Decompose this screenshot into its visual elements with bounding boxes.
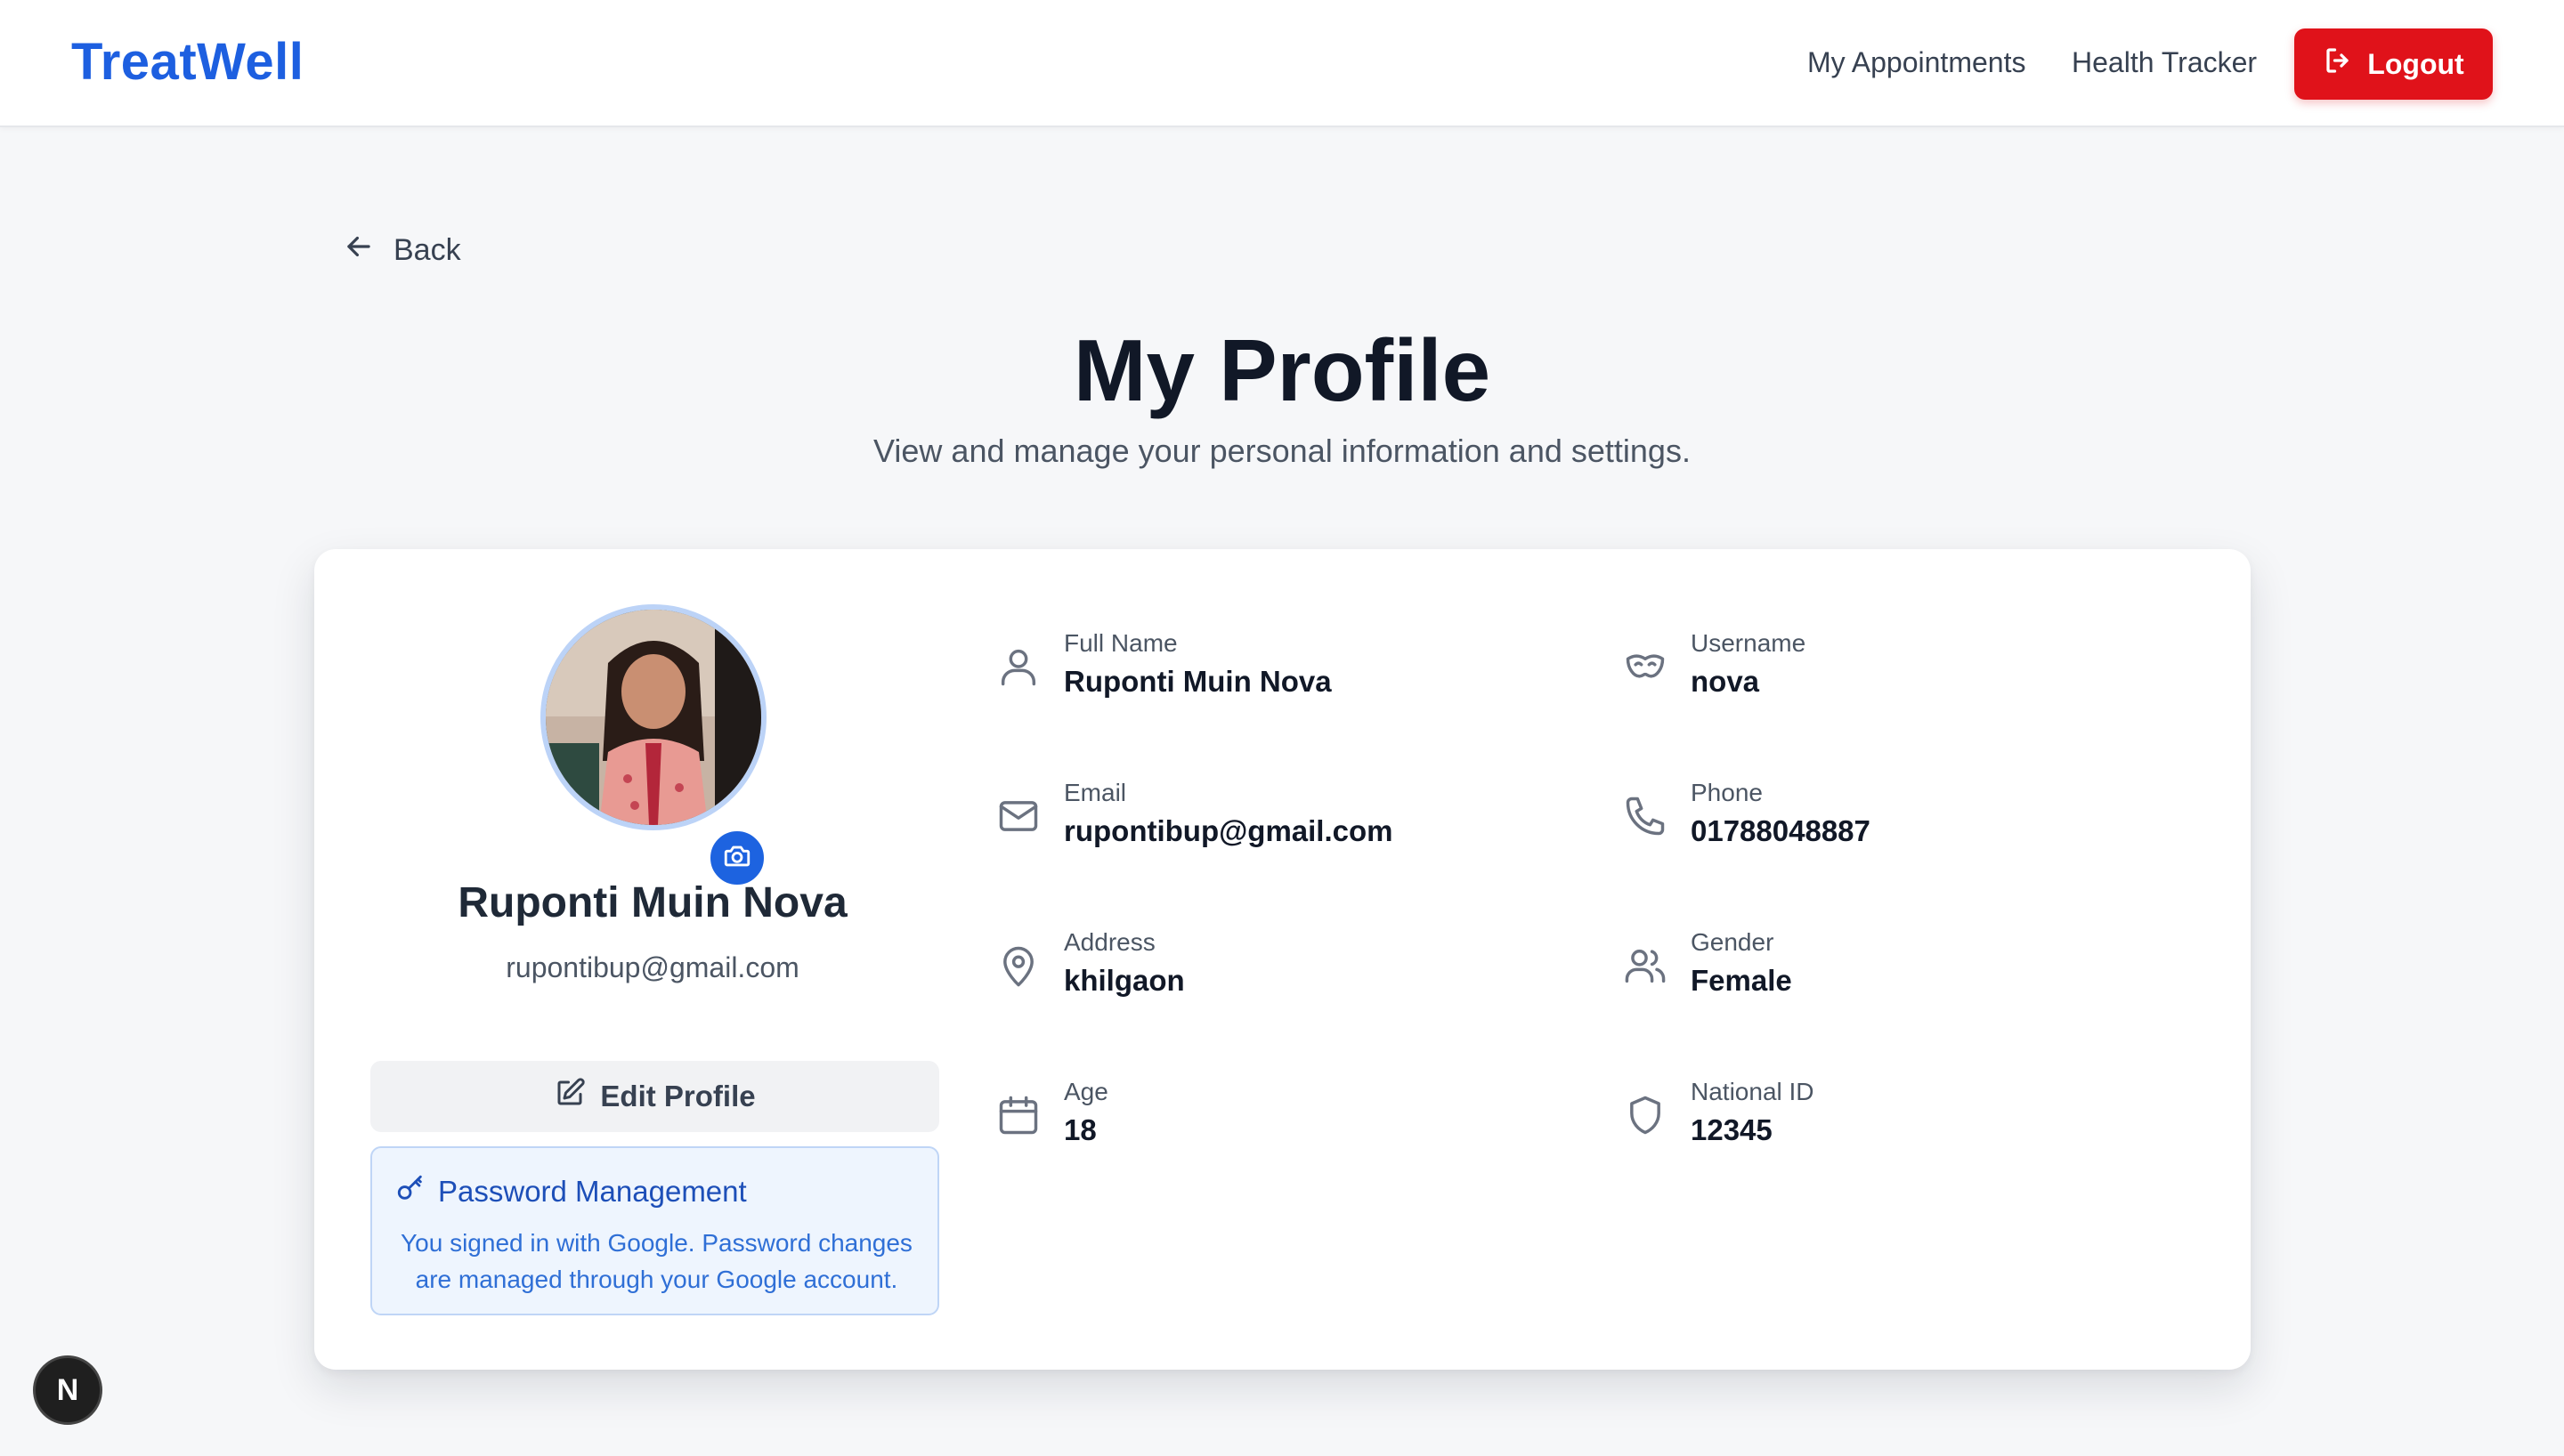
field-label: Age	[1064, 1078, 1108, 1105]
field-value: rupontibup@gmail.com	[1064, 814, 1393, 847]
field-address: Address khilgaon	[995, 928, 1529, 1017]
field-full-name: Full Name Ruponti Muin Nova	[995, 629, 1529, 718]
password-management-text: You signed in with Google. Password chan…	[401, 1229, 913, 1293]
nav-link-my-appointments[interactable]: My Appointments	[1807, 46, 2025, 79]
top-navbar: TreatWell My Appointments Health Tracker…	[0, 0, 2564, 127]
password-management-title: Password Management	[395, 1173, 747, 1210]
profile-name: Ruponti Muin Nova	[458, 879, 848, 926]
brand-logo[interactable]: TreatWell	[71, 32, 304, 92]
users-icon	[1622, 942, 1668, 989]
field-label: Address	[1064, 928, 1156, 956]
field-email: Email rupontibup@gmail.com	[995, 779, 1529, 868]
field-value: Ruponti Muin Nova	[1064, 665, 1332, 698]
arrow-left-icon	[342, 230, 376, 271]
nav-link-health-tracker[interactable]: Health Tracker	[2072, 46, 2257, 79]
edit-profile-button[interactable]: Edit Profile	[370, 1061, 939, 1132]
profile-card: Ruponti Muin Nova rupontibup@gmail.com E…	[314, 549, 2251, 1370]
field-label: Email	[1064, 779, 1127, 806]
logout-button[interactable]: Logout	[2294, 28, 2493, 100]
dev-tools-badge[interactable]: N	[33, 1355, 102, 1425]
field-username: Username nova	[1622, 629, 2156, 718]
field-national-id: National ID 12345	[1622, 1078, 2156, 1167]
page-subtitle: View and manage your personal informatio…	[873, 433, 1691, 469]
back-button[interactable]: Back	[342, 230, 461, 271]
profile-email: rupontibup@gmail.com	[506, 951, 799, 983]
field-value: 01788048887	[1691, 814, 1870, 847]
back-label: Back	[394, 233, 461, 267]
field-value: 18	[1064, 1113, 1097, 1146]
edit-profile-label: Edit Profile	[600, 1080, 756, 1112]
field-value: nova	[1691, 665, 1760, 698]
field-gender: Gender Female	[1622, 928, 2156, 1017]
edit-icon	[554, 1077, 586, 1116]
field-label: Username	[1691, 629, 1806, 657]
field-age: Age 18	[995, 1078, 1529, 1167]
user-icon	[995, 643, 1042, 690]
camera-icon	[722, 841, 752, 876]
field-label: National ID	[1691, 1078, 1814, 1105]
field-value: Female	[1691, 964, 1792, 997]
key-icon	[395, 1173, 426, 1210]
field-value: 12345	[1691, 1113, 1773, 1146]
shield-icon	[1622, 1092, 1668, 1138]
field-value: khilgaon	[1064, 964, 1185, 997]
field-label: Full Name	[1064, 629, 1178, 657]
mask-icon	[1622, 643, 1668, 690]
field-phone: Phone 01788048887	[1622, 779, 2156, 868]
avatar	[540, 604, 767, 830]
logout-label: Logout	[2367, 47, 2464, 80]
calendar-icon	[995, 1092, 1042, 1138]
logout-icon	[2323, 44, 2355, 84]
phone-icon	[1622, 793, 1668, 839]
page-title: My Profile	[1073, 321, 1491, 419]
map-pin-icon	[995, 942, 1042, 989]
field-label: Gender	[1691, 928, 1774, 956]
field-label: Phone	[1691, 779, 1763, 806]
password-management-box: Password Management You signed in with G…	[370, 1146, 939, 1315]
avatar-container	[540, 604, 767, 888]
mail-icon	[995, 793, 1042, 839]
